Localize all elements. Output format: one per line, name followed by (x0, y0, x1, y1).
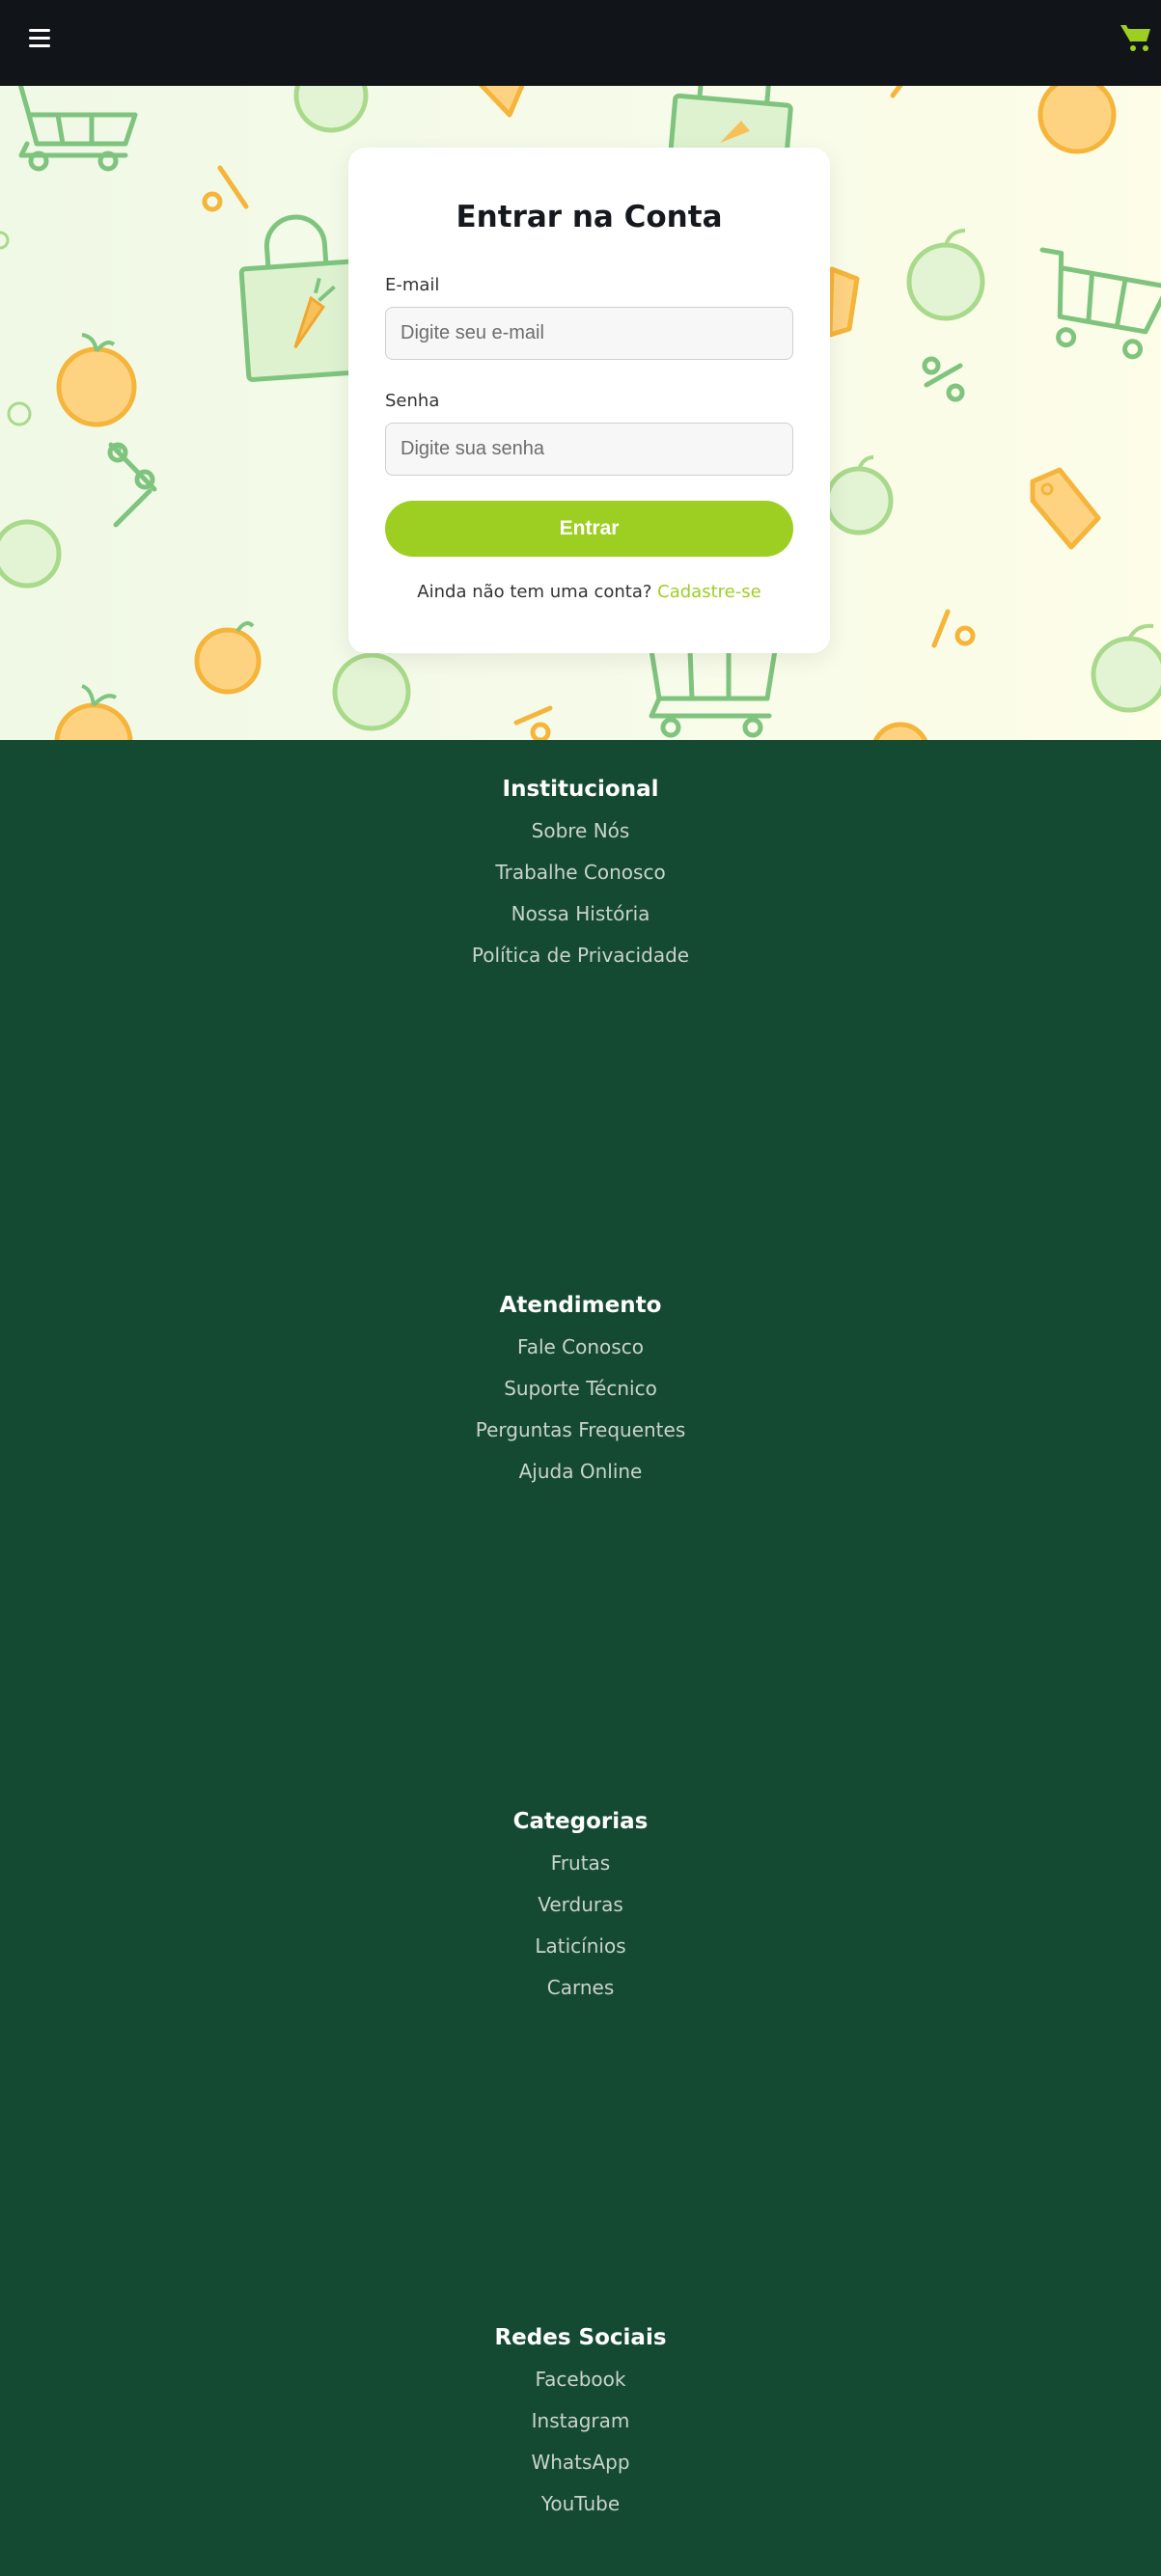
footer-section-redes-sociais: Redes Sociais Facebook Instagram WhatsAp… (0, 2323, 1161, 2518)
email-field[interactable] (385, 307, 793, 360)
footer-link[interactable]: Trabalhe Conosco (495, 861, 665, 884)
menu-button[interactable] (29, 29, 50, 50)
login-hero: Entrar na Conta E-mail Senha Entrar Aind… (0, 86, 1161, 740)
signup-link[interactable]: Cadastre-se (657, 582, 761, 602)
footer-link-whatsapp[interactable]: WhatsApp (531, 2451, 629, 2474)
bag-icon (238, 214, 362, 382)
cart-icon (649, 647, 778, 738)
cart-icon (17, 86, 138, 172)
signup-prompt: Ainda não tem uma conta? Cadastre-se (385, 582, 793, 602)
footer-link[interactable]: Suporte Técnico (504, 1377, 657, 1400)
footer-section-title: Redes Sociais (494, 2325, 667, 2350)
password-field[interactable] (385, 423, 793, 476)
hamburger-icon (29, 29, 50, 32)
footer-link[interactable]: Política de Privacidade (472, 944, 689, 967)
hamburger-icon-line (29, 37, 50, 40)
footer-section-title: Categorias (512, 1809, 649, 1834)
footer-section-categorias: Categorias Frutas Verduras Laticínios Ca… (0, 1807, 1161, 2002)
footer-link[interactable]: Perguntas Frequentes (476, 1418, 686, 1441)
signup-prompt-text: Ainda não tem uma conta? (417, 582, 652, 602)
cart-button[interactable] (1119, 21, 1157, 60)
top-navbar (0, 0, 1161, 86)
footer-link[interactable]: Fale Conosco (517, 1335, 644, 1358)
footer-link[interactable]: Ajuda Online (519, 1460, 643, 1483)
footer-link[interactable]: Sobre Nós (532, 819, 630, 842)
login-button[interactable]: Entrar (385, 501, 793, 557)
footer-link[interactable]: Nossa História (511, 902, 650, 925)
footer-link[interactable]: Laticínios (535, 1934, 625, 1958)
footer-section-title: Atendimento (499, 1293, 662, 1318)
footer-section-institucional: Institucional Sobre Nós Trabalhe Conosco… (0, 775, 1161, 970)
footer-link[interactable]: Verduras (538, 1893, 623, 1916)
hamburger-icon-line (29, 44, 50, 47)
footer-link-instagram[interactable]: Instagram (532, 2409, 630, 2432)
footer-section-title: Institucional (502, 777, 659, 802)
footer-link[interactable]: Frutas (551, 1851, 610, 1875)
login-title: Entrar na Conta (456, 200, 723, 234)
password-label: Senha (385, 391, 440, 411)
footer-link-youtube[interactable]: YouTube (541, 2492, 620, 2515)
login-card: Entrar na Conta E-mail Senha Entrar Aind… (348, 148, 830, 653)
footer-section-atendimento: Atendimento Fale Conosco Suporte Técnico… (0, 1291, 1161, 1486)
shopping-cart-icon (1120, 25, 1150, 51)
footer-link-facebook[interactable]: Facebook (536, 2368, 626, 2391)
cart-icon (1039, 247, 1161, 360)
email-label: E-mail (385, 275, 440, 295)
footer-link[interactable]: Carnes (547, 1976, 615, 1999)
